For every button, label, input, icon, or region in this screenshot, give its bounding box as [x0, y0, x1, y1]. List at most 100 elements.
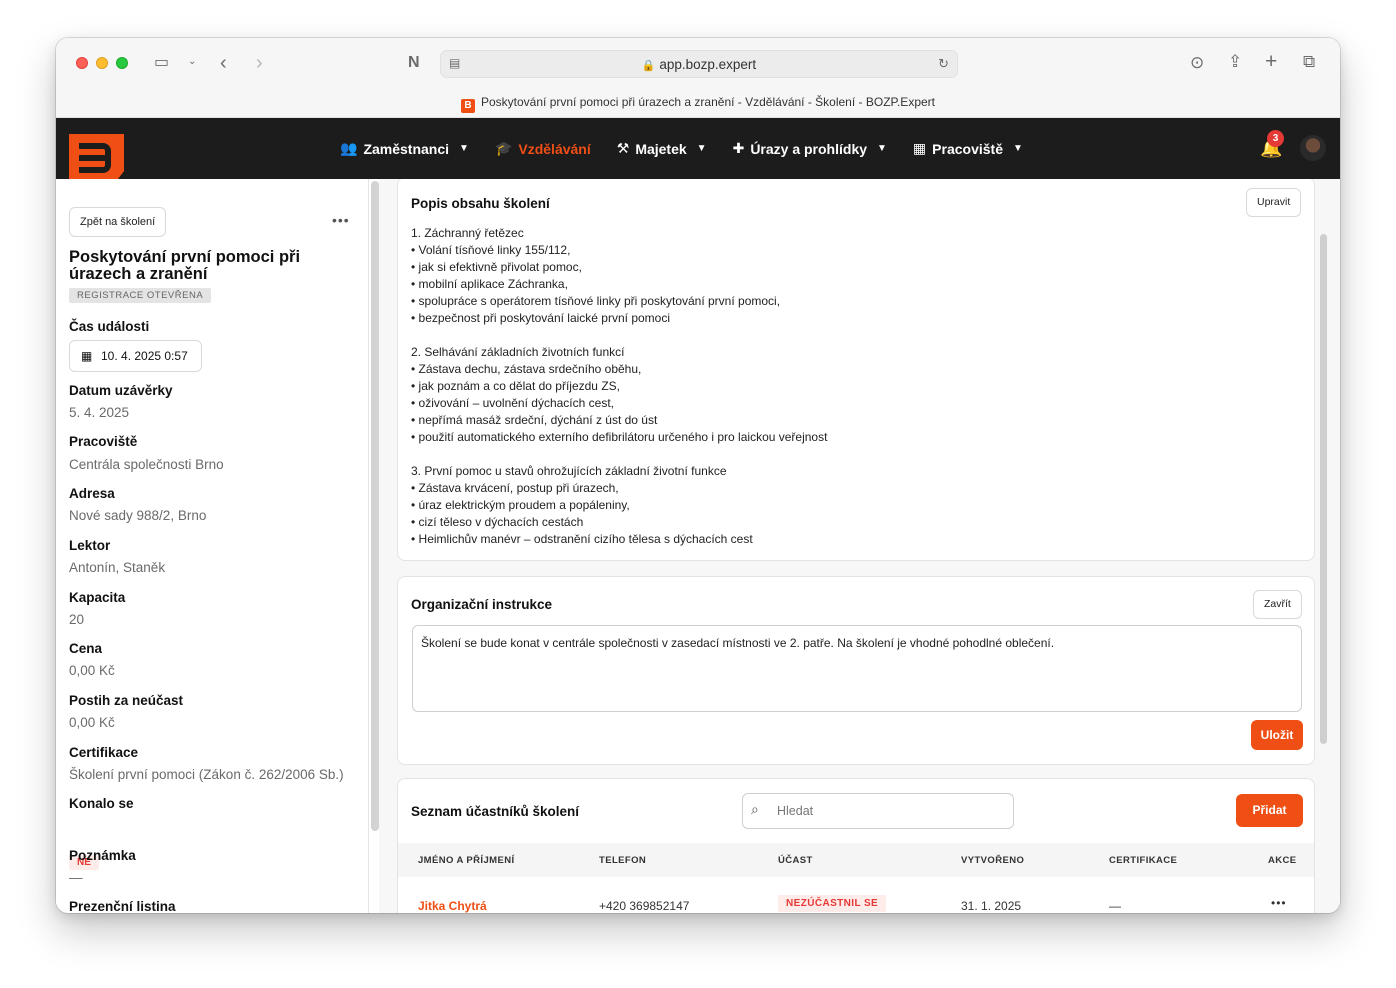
chevron-down-icon[interactable]: ⌄ — [188, 57, 196, 67]
nav-item-urazy[interactable]: ✚ Úrazy a prohlídky ▼ — [733, 140, 887, 157]
event-time-picker[interactable]: ▦ 10. 4. 2025 0:57 — [69, 340, 202, 372]
column-header[interactable]: VYTVOŘENO — [961, 855, 1024, 866]
instructions-card: Organizační instrukce Zavřít Školení se … — [397, 576, 1315, 765]
main-content: Popis obsahu školení Upravit 1. Záchrann… — [379, 179, 1340, 913]
row-actions-icon[interactable]: ••• — [1271, 896, 1287, 910]
table-header: JMÉNO A PŘÍJMENÍ TELEFON ÚČAST VYTVOŘENO… — [398, 843, 1314, 877]
participant-certification: — — [1109, 899, 1121, 913]
chevron-down-icon: ▼ — [877, 143, 887, 154]
share-icon[interactable]: ⇪ — [1228, 53, 1242, 70]
participant-name-link[interactable]: Jitka Chytrá — [418, 899, 487, 913]
status-badge: REGISTRACE OTEVŘENA — [69, 288, 212, 303]
content-line: • mobilní aplikace Záchranka, — [411, 277, 568, 291]
nav-item-zamestnanci[interactable]: 👥 Zaměstnanci ▼ — [340, 140, 469, 157]
event-sidebar: Zpět na školení ••• Poskytování první po… — [56, 179, 369, 913]
lock-icon: 🔒 — [641, 60, 656, 72]
save-button[interactable]: Uložit — [1251, 720, 1303, 750]
nav-item-majetek[interactable]: ⚒ Majetek ▼ — [617, 140, 707, 157]
main-scrollbar[interactable] — [1320, 234, 1327, 744]
calendar-icon: ▦ — [81, 349, 93, 363]
nav-item-label: Úrazy a prohlídky — [750, 140, 868, 157]
note-label: Poznámka — [69, 848, 136, 863]
browser-window: ▭ ⌄ ‹ › N ▤ 🔒 app.bozp.expert ↻ ⊙ ⇪ + ⧉ … — [56, 38, 1340, 913]
nav-item-pracoviste[interactable]: ▦ Pracoviště ▼ — [913, 140, 1023, 157]
content-card: Popis obsahu školení Upravit 1. Záchrann… — [397, 179, 1315, 561]
participant-created: 31. 1. 2025 — [961, 899, 1022, 913]
penalty-label: Postih za neúčast — [69, 693, 184, 708]
content-line: • jak si efektivně přivolat pomoc, — [411, 260, 582, 274]
users-icon: 👥 — [340, 140, 358, 156]
column-header[interactable]: JMÉNO A PŘÍJMENÍ — [418, 855, 515, 866]
price-value: 0,00 Kč — [69, 663, 115, 678]
building-icon: ▦ — [912, 140, 927, 156]
zoom-window-button[interactable] — [116, 57, 128, 69]
reload-icon[interactable]: ↻ — [938, 57, 949, 70]
column-header[interactable]: TELEFON — [599, 855, 646, 866]
avatar[interactable] — [1300, 135, 1326, 161]
capacity-label: Kapacita — [69, 590, 126, 605]
tab-overview-icon[interactable]: ⧉ — [1303, 53, 1315, 70]
back-to-trainings-button[interactable]: Zpět na školení — [69, 207, 167, 237]
download-icon[interactable]: ⊙ — [1190, 54, 1204, 71]
content-line: 2. Selhávání základních životních funkcí — [411, 345, 625, 359]
content-line: • Heimlichův manévr – odstranění cizího … — [411, 532, 753, 546]
nav-item-vzdelavani[interactable]: 🎓 Vzdělávání — [495, 140, 591, 157]
event-time-value: 10. 4. 2025 0:57 — [101, 349, 188, 363]
capacity-value: 20 — [69, 612, 85, 627]
forward-icon[interactable]: › — [256, 53, 263, 73]
note-value: — — [69, 870, 83, 885]
price-label: Cena — [69, 641, 103, 656]
more-options-icon[interactable]: ••• — [332, 212, 350, 228]
search-input[interactable]: Hledat — [742, 793, 1014, 829]
content-line: • Zástava dechu, zástava srdečního oběhu… — [411, 362, 642, 376]
participant-phone: +420 369852147 — [599, 899, 690, 913]
instructions-textarea[interactable]: Školení se bude konat v centrále společn… — [412, 625, 1302, 712]
content-line: • Zástava krvácení, postup při úrazech, — [411, 481, 619, 495]
content-line — [411, 446, 1291, 463]
sidebar-scrollbar[interactable] — [371, 181, 379, 831]
address-label: Adresa — [69, 486, 115, 501]
column-header[interactable]: ÚČAST — [778, 855, 813, 866]
tab-title[interactable]: B Poskytování první pomoci při úrazech a … — [56, 95, 1340, 113]
lector-label: Lektor — [69, 538, 111, 553]
content-line: • cizí těleso v dýchacích cestách — [411, 515, 584, 529]
chevron-down-icon: ▼ — [1012, 143, 1023, 154]
content-line: • oživování – uvolnění dýchacích cest, — [411, 396, 614, 410]
new-tab-icon[interactable]: + — [1265, 51, 1277, 72]
notion-icon[interactable]: N — [408, 55, 420, 71]
deadline-value: 5. 4. 2025 — [69, 405, 130, 420]
content-line: 1. Záchranný řetězec — [411, 226, 524, 240]
workplace-value: Centrála společnosti Brno — [69, 457, 224, 472]
minimize-window-button[interactable] — [96, 57, 108, 69]
add-participant-button[interactable]: Přidat — [1236, 794, 1303, 827]
content-card-title: Popis obsahu školení — [411, 196, 550, 211]
content-line: • Volání tísňové linky 155/112, — [411, 243, 571, 257]
workplace-label: Pracoviště — [69, 434, 138, 449]
content-line: • jak poznám a co dělat do příjezdu ZS, — [411, 379, 620, 393]
attendance-sheet-label: Prezenční listina — [69, 899, 176, 913]
close-window-button[interactable] — [76, 57, 88, 69]
address-value: Nové sady 988/2, Brno — [69, 508, 207, 523]
tab-title-text: Poskytování první pomoci při úrazech a z… — [481, 95, 935, 109]
content-line: • použití automatického externího defibr… — [411, 430, 828, 444]
address-bar[interactable]: ▤ 🔒 app.bozp.expert ↻ — [440, 50, 958, 78]
content-list: 1. Záchranný řetězec • Volání tísňové lin… — [411, 225, 1291, 548]
event-time-label: Čas události — [69, 319, 150, 334]
deadline-label: Datum uzávěrky — [69, 383, 173, 398]
chevron-down-icon: ▼ — [459, 143, 469, 154]
search-icon: ⌕ — [751, 801, 759, 817]
edit-button[interactable]: Upravit — [1246, 188, 1302, 217]
back-icon[interactable]: ‹ — [220, 53, 227, 73]
chevron-down-icon: ▼ — [696, 143, 707, 154]
sidebar-toggle-icon[interactable]: ▭ — [154, 55, 169, 71]
held-label: Konalo se — [69, 796, 134, 811]
column-header[interactable]: AKCE — [1268, 855, 1297, 866]
content-line: 3. První pomoc u stavů ohrožujících zákl… — [411, 464, 727, 478]
content-line — [411, 327, 1291, 344]
favicon-icon: B — [461, 99, 475, 113]
url-text: app.bozp.expert — [659, 57, 757, 72]
column-header[interactable]: CERTIFIKACE — [1109, 855, 1177, 866]
close-button[interactable]: Zavřít — [1253, 590, 1302, 619]
attendance-badge: NEZÚČASTNIL SE — [778, 895, 887, 912]
nav-item-label: Vzdělávání — [518, 140, 591, 157]
